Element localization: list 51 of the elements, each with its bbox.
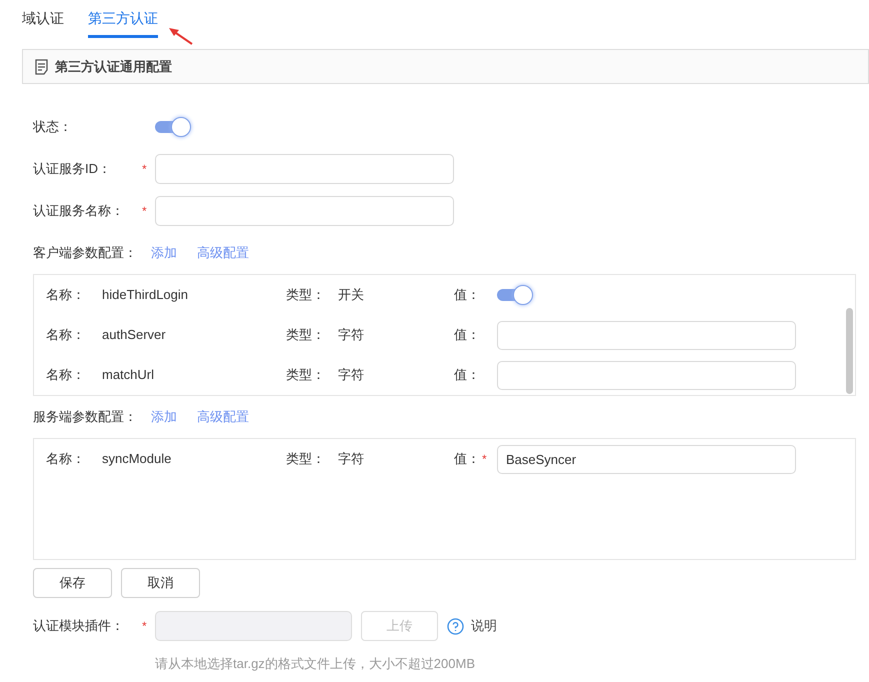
- input-field[interactable]: [497, 360, 796, 390]
- param-type-label: 类型：: [286, 450, 326, 468]
- param-type: 字符: [338, 450, 365, 468]
- help-icon[interactable]: [447, 618, 464, 634]
- param-name: authServer: [102, 326, 167, 344]
- input-field[interactable]: BaseSyncer: [497, 444, 796, 474]
- param-name: hideThirdLogin: [102, 286, 190, 304]
- action-button[interactable]: 保存: [33, 568, 112, 598]
- param-type: 字符: [338, 366, 365, 384]
- param-value-label: 值：: [454, 286, 481, 304]
- field-label: 认证模块插件：: [33, 617, 125, 636]
- toggle-switch[interactable]: [155, 117, 191, 137]
- param-type-label: 类型：: [286, 366, 326, 384]
- param-name-label: 名称：: [46, 286, 86, 304]
- required-asterisk: *: [142, 619, 147, 633]
- field-label: 认证服务名称：: [33, 202, 125, 220]
- link[interactable]: 添加: [151, 243, 177, 263]
- param-name: matchUrl: [102, 366, 156, 384]
- input-field[interactable]: [497, 320, 796, 350]
- group-label: 服务端参数配置：: [33, 408, 137, 426]
- param-name: syncModule: [102, 450, 172, 468]
- param-type: 字符: [338, 326, 365, 344]
- param-value-label: 值：: [454, 326, 481, 344]
- hint-text: 请从本地选择tar.gz的格式文件上传，大小不超过200MB: [155, 655, 476, 673]
- required-asterisk: *: [142, 162, 147, 176]
- field-label: 状态：: [33, 118, 73, 136]
- annotation-arrow: [168, 26, 194, 46]
- action-button[interactable]: 取消: [121, 568, 200, 598]
- param-type-label: 类型：: [286, 326, 326, 344]
- param-name-label: 名称：: [46, 326, 86, 344]
- required-asterisk: *: [142, 204, 147, 218]
- section-title: 第三方认证通用配置: [55, 58, 172, 76]
- param-name-label: 名称：: [46, 366, 86, 384]
- field-label: 认证服务ID：: [33, 160, 112, 178]
- required-asterisk: *: [482, 452, 487, 466]
- param-type: 开关: [338, 286, 365, 304]
- tab[interactable]: 第三方认证: [88, 8, 158, 38]
- param-value-label: 值：: [454, 450, 481, 468]
- param-name-label: 名称：: [46, 450, 86, 468]
- param-type-label: 类型：: [286, 286, 326, 304]
- input-field[interactable]: [155, 154, 454, 184]
- scrollbar[interactable]: [846, 308, 853, 394]
- param-value-label: 值：: [454, 366, 481, 384]
- group-label: 客户端参数配置：: [33, 244, 137, 262]
- tab[interactable]: 域认证: [22, 8, 64, 38]
- link[interactable]: 高级配置: [197, 407, 249, 427]
- input-field[interactable]: [155, 196, 454, 226]
- toggle-switch[interactable]: [497, 285, 533, 305]
- link[interactable]: 添加: [151, 407, 177, 427]
- link[interactable]: 高级配置: [197, 243, 249, 263]
- document-icon: [35, 58, 49, 74]
